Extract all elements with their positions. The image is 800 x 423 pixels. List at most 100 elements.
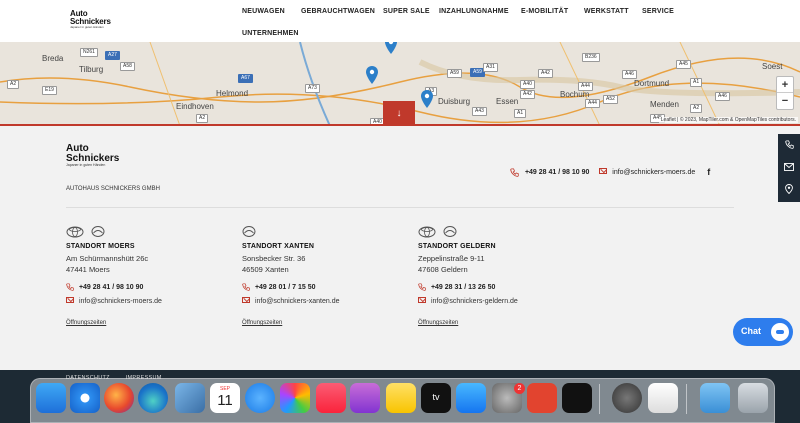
notes-icon[interactable] xyxy=(386,383,416,413)
anydesk-icon[interactable] xyxy=(527,383,557,413)
map-road-label: A46 xyxy=(715,92,730,101)
location-email-link[interactable]: info@schnickers-xanten.de xyxy=(255,298,340,305)
messages-icon[interactable] xyxy=(245,383,275,413)
calendar-icon[interactable]: SEP 11 xyxy=(210,383,240,413)
map-marker-icon[interactable] xyxy=(366,66,378,84)
phone-icon xyxy=(418,283,426,291)
zoom-out-button[interactable]: − xyxy=(777,93,793,109)
opening-hours-link[interactable]: Öffnungszeiten xyxy=(242,320,402,326)
nav-super-sale[interactable]: SUPER SALE xyxy=(383,8,430,15)
music-icon[interactable] xyxy=(316,383,346,413)
mail-icon xyxy=(242,297,250,303)
numbers-icon[interactable] xyxy=(648,383,678,413)
sidebar-location-button[interactable] xyxy=(778,178,800,200)
company-name: AUTOHAUS SCHNICKERS GMBH xyxy=(66,186,160,192)
nav-e-mobilitaet[interactable]: E-MOBILITÄT xyxy=(521,8,568,15)
preview-icon[interactable] xyxy=(175,383,205,413)
map-road-label: A67 xyxy=(238,74,253,83)
nav-werkstatt[interactable]: WERKSTATT xyxy=(584,8,629,15)
opening-hours-link[interactable]: Öffnungszeiten xyxy=(66,320,226,326)
location-title: STANDORT GELDERN xyxy=(418,243,496,250)
podcasts-icon[interactable] xyxy=(350,383,380,413)
map-marker-icon[interactable] xyxy=(421,90,433,108)
map-road-label: E19 xyxy=(42,86,57,95)
nav-gebrauchtwagen[interactable]: GEBRAUCHTWAGEN xyxy=(301,8,375,15)
notification-badge: 2 xyxy=(514,383,525,394)
map-road-label: A31 xyxy=(483,63,498,72)
opening-hours-link[interactable]: Öffnungszeiten xyxy=(418,320,578,326)
tidal-icon[interactable] xyxy=(562,383,592,413)
map-road-label: N261 xyxy=(80,48,98,57)
location-street: Zeppelinstraße 9-11 xyxy=(418,254,485,263)
edge-icon[interactable] xyxy=(138,383,168,413)
location-email-link[interactable]: info@schnickers-moers.de xyxy=(79,298,162,305)
map-attribution[interactable]: Leaflet | © 2023, MapTiler.com & OpenMap… xyxy=(658,117,798,123)
contact-sidebar xyxy=(778,134,800,202)
location-city: 47608 Geldern xyxy=(418,265,468,274)
footer-email-link[interactable]: info@schnickers-moers.de xyxy=(612,169,695,176)
finder-icon[interactable] xyxy=(36,383,66,413)
location-phone: +49 28 01 / 7 15 50 xyxy=(242,283,402,291)
sidebar-mail-button[interactable] xyxy=(778,156,800,178)
nav-unternehmen[interactable]: UNTERNEHMEN xyxy=(242,30,299,37)
scroll-down-button[interactable]: ↓ xyxy=(383,101,415,124)
mazda-logo-icon xyxy=(242,225,256,237)
apple-tv-icon[interactable]: tv xyxy=(421,383,451,413)
location-title: STANDORT XANTEN xyxy=(242,243,315,250)
location-phone-link[interactable]: +49 28 41 / 98 10 90 xyxy=(79,284,143,291)
map-city-eindhoven: Eindhoven xyxy=(176,102,214,111)
app-store-icon[interactable] xyxy=(456,383,486,413)
safari-icon[interactable] xyxy=(70,383,100,413)
map-road-label: A45 xyxy=(676,60,691,69)
map-road-label: A58 xyxy=(120,62,135,71)
map-marker-icon[interactable] xyxy=(385,42,397,54)
location-email-link[interactable]: info@schnickers-geldern.de xyxy=(431,298,518,305)
location-phone: +49 28 41 / 98 10 90 xyxy=(66,283,226,291)
photos-icon[interactable] xyxy=(280,383,310,413)
nav-inzahlungnahme[interactable]: INZAHLUNGNAHME xyxy=(439,8,509,15)
map-road-label: A2 xyxy=(7,80,20,89)
downloads-folder-icon[interactable] xyxy=(700,383,730,413)
eject-icon[interactable] xyxy=(612,383,642,413)
nav-neuwagen[interactable]: NEUWAGEN xyxy=(242,8,285,15)
trash-icon[interactable] xyxy=(738,383,768,413)
map-road-label: A73 xyxy=(305,84,320,93)
location-title: STANDORT MOERS xyxy=(66,243,135,250)
location-map[interactable]: Breda Tilburg Helmond Eindhoven Duisburg… xyxy=(0,42,800,126)
map-zoom-controls: + − xyxy=(776,76,794,110)
location-phone-link[interactable]: +49 28 31 / 13 26 50 xyxy=(431,284,495,291)
phone-icon xyxy=(510,167,519,177)
nav-service[interactable]: SERVICE xyxy=(642,8,674,15)
location-phone-link[interactable]: +49 28 01 / 7 15 50 xyxy=(255,284,316,291)
footer-top-contact: +49 28 41 / 98 10 90 info@schnickers-moe… xyxy=(510,167,710,177)
facebook-icon[interactable]: f xyxy=(707,167,710,177)
header-logo[interactable]: Auto Schnickers Japaner in guten Händen xyxy=(70,10,111,29)
zoom-in-button[interactable]: + xyxy=(777,77,793,93)
map-city-duisburg: Duisburg xyxy=(438,97,471,106)
footer-phone-link[interactable]: +49 28 41 / 98 10 90 xyxy=(525,169,589,176)
map-city-bochum: Bochum xyxy=(560,90,590,99)
phone-icon xyxy=(66,283,74,291)
map-city-essen: Essen xyxy=(496,97,519,106)
toyota-logo-icon xyxy=(418,226,436,238)
chat-label: Chat xyxy=(741,326,761,336)
map-road-label: A44 xyxy=(585,99,600,108)
sidebar-phone-button[interactable] xyxy=(778,134,800,156)
firefox-icon[interactable] xyxy=(104,383,134,413)
footer-logo[interactable]: Auto Schnickers Japaner in guten Händen xyxy=(66,144,119,168)
chat-widget-button[interactable]: Chat xyxy=(733,318,793,346)
chat-bubble-icon xyxy=(771,323,789,341)
map-road-label: A1 xyxy=(514,109,527,118)
map-city-tilburg: Tilburg xyxy=(79,65,104,74)
map-city-helmond: Helmond xyxy=(216,89,249,98)
map-road-label: B236 xyxy=(582,53,600,62)
location-street: Sonsbecker Str. 36 xyxy=(242,254,306,263)
dock-separator xyxy=(686,384,687,414)
location-geldern: STANDORT GELDERN Zeppelinstraße 9-11 476… xyxy=(418,223,578,326)
dock-separator xyxy=(599,384,600,414)
brand-logos xyxy=(66,223,226,238)
location-email: info@schnickers-geldern.de xyxy=(418,297,578,305)
map-road-label: A2 xyxy=(196,114,209,123)
logo-tagline: Japaner in guten Händen xyxy=(70,25,104,29)
brand-logos xyxy=(418,223,578,238)
